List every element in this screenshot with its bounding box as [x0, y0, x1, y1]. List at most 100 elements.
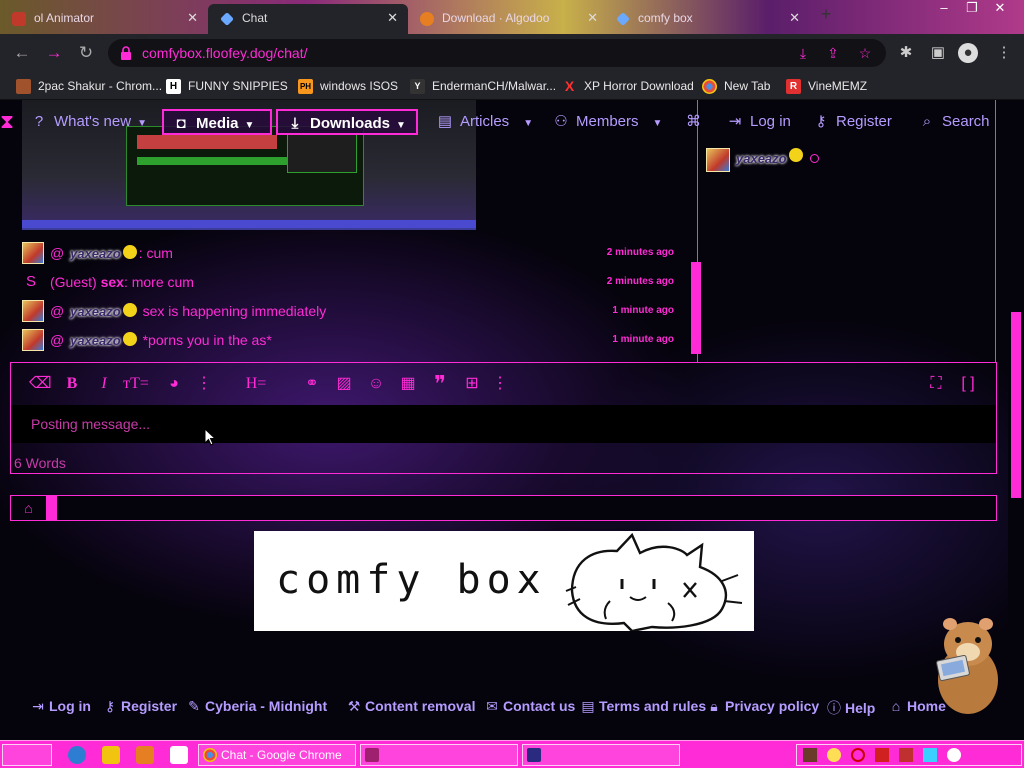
tab-comfybox[interactable]: comfy box ✕	[604, 4, 810, 34]
image-icon[interactable]: ▨	[333, 374, 355, 394]
chat-bubble-icon[interactable]: ⌘	[686, 109, 701, 135]
close-tab-icon[interactable]: ✕	[387, 4, 398, 32]
footer-terms-link[interactable]: ▤ Terms and rules	[580, 698, 706, 715]
tray-network-icon[interactable]	[923, 748, 937, 762]
heading-icon[interactable]: H=	[241, 374, 271, 394]
install-app-icon[interactable]: ⤓	[794, 45, 812, 61]
avatar[interactable]	[22, 329, 44, 351]
eraser-icon[interactable]: ⌫	[29, 374, 52, 394]
username[interactable]: yaxeazo	[736, 151, 787, 166]
toggle-bbcode-icon[interactable]: [ ]	[957, 374, 979, 394]
page-scrollbar[interactable]	[1008, 100, 1024, 740]
bookmark-endermanch[interactable]: Y EndermanCH/Malwar...	[410, 77, 556, 95]
app-shortcut-icon[interactable]	[170, 746, 188, 764]
reload-icon[interactable]: ↻	[76, 43, 96, 63]
tab-chat[interactable]: Chat ✕	[208, 4, 408, 34]
animator-favicon-icon	[12, 12, 26, 26]
nav-members[interactable]: ⚇ Members ▼	[552, 109, 662, 135]
profile-avatar-icon[interactable]: ●	[958, 43, 978, 63]
bookmark-windows-isos[interactable]: PH windows ISOS	[298, 77, 398, 95]
bookmark-label: New Tab	[724, 79, 771, 93]
footer-login-link[interactable]: ⇥ Log in	[30, 698, 91, 715]
tab-animator[interactable]: ol Animator ✕	[0, 4, 208, 34]
bold-icon[interactable]: B	[61, 374, 83, 394]
minimize-button[interactable]: –	[930, 0, 958, 18]
media-player-icon[interactable]	[136, 746, 154, 764]
nav-register[interactable]: ⚷ Register	[812, 109, 892, 135]
taskbar-app-button[interactable]	[360, 744, 518, 766]
site-logo[interactable]: comfy box	[254, 531, 754, 631]
online-user[interactable]: yaxeazo	[706, 148, 906, 172]
home-icon[interactable]: ⌂	[11, 496, 47, 520]
share-icon[interactable]: ⇪	[824, 45, 842, 61]
taskbar-app-button[interactable]	[522, 744, 680, 766]
nav-search[interactable]: ⌕ Search	[918, 109, 990, 135]
nav-articles[interactable]: ▤ Articles ▼	[436, 109, 533, 135]
bookmark-star-icon[interactable]: ☆	[856, 45, 874, 61]
avatar[interactable]	[22, 300, 44, 322]
start-button[interactable]	[2, 744, 52, 766]
home-icon: ⌂	[891, 698, 901, 714]
side-panel-icon[interactable]: ▣	[928, 43, 948, 63]
avatar[interactable]	[706, 148, 730, 172]
close-window-button[interactable]: ✕	[986, 0, 1014, 18]
footer-register-link[interactable]: ⚷ Register	[102, 698, 177, 715]
bookmark-2pac[interactable]: 2pac Shakur - Chrom...	[16, 77, 162, 95]
nav-label: Register	[836, 113, 892, 130]
guest-avatar: S	[26, 273, 37, 290]
nav-whats-new[interactable]: ? What's new ▼	[30, 109, 147, 135]
username[interactable]: yaxeazo	[70, 304, 121, 319]
tray-smiley-icon[interactable]	[827, 748, 841, 762]
extensions-puzzle-icon[interactable]: ✱	[896, 43, 916, 63]
tray-search-icon[interactable]	[851, 748, 865, 762]
chrome-menu-icon[interactable]: ⋮	[994, 43, 1014, 63]
close-tab-icon[interactable]: ✕	[187, 4, 198, 32]
forward-arrow-icon[interactable]: →	[44, 43, 64, 63]
restore-button[interactable]: ❐	[958, 0, 986, 18]
expand-icon[interactable]: ⛶	[925, 374, 947, 394]
file-explorer-icon[interactable]	[102, 746, 120, 764]
message-input[interactable]: Posting message...	[11, 405, 996, 443]
footer-home-link[interactable]: ⌂ Home	[888, 698, 946, 714]
nav-downloads[interactable]: ⤓ Downloads ▼	[276, 109, 418, 135]
font-size-icon[interactable]: тT=	[121, 374, 151, 394]
close-tab-icon[interactable]: ✕	[587, 4, 598, 32]
media-gallery-icon[interactable]: ▦	[397, 374, 419, 394]
footer-content-removal-link[interactable]: ⚒ Content removal	[346, 698, 476, 715]
username[interactable]: yaxeazo	[70, 246, 121, 261]
bookmark-xp-horror[interactable]: X XP Horror Download	[562, 77, 694, 95]
avatar[interactable]	[22, 242, 44, 264]
nav-media[interactable]: ◘ Media ▼	[162, 109, 272, 135]
bookmark-funny-snippies[interactable]: H FUNNY SNIPPIES	[166, 77, 288, 95]
scrollbar-thumb[interactable]	[1011, 312, 1021, 498]
quote-icon[interactable]: ❞	[429, 373, 451, 395]
close-tab-icon[interactable]: ✕	[789, 4, 800, 32]
tray-flag-icon[interactable]	[899, 748, 913, 762]
bookmark-new-tab[interactable]: New Tab	[702, 77, 770, 95]
internet-explorer-icon[interactable]	[68, 746, 86, 764]
address-bar[interactable]: comfybox.floofey.dog/chat/ ⤓ ⇪ ☆	[108, 39, 886, 67]
table-icon[interactable]: ⊞	[461, 374, 483, 394]
tray-volume-icon[interactable]	[947, 748, 961, 762]
tray-app-icon[interactable]	[803, 748, 817, 762]
tab-algodoo[interactable]: Download · Algodoo ✕	[408, 4, 608, 34]
footer-contact-link[interactable]: ✉ Contact us	[484, 698, 575, 715]
tray-alert-icon[interactable]	[875, 748, 889, 762]
footer-style-chooser[interactable]: ✎ Cyberia - Midnight	[186, 698, 327, 715]
new-tab-button[interactable]: +	[812, 5, 840, 24]
taskbar-chrome-button[interactable]: Chat - Google Chrome	[198, 744, 356, 766]
footer-privacy-link[interactable]: 🔒︎ Privacy policy	[706, 698, 819, 715]
more-options-icon[interactable]: ⋮	[489, 374, 511, 394]
italic-icon[interactable]: I	[93, 374, 115, 394]
nav-login[interactable]: ⇥ Log in	[726, 109, 791, 135]
username[interactable]: sex	[101, 274, 124, 290]
username[interactable]: yaxeazo	[70, 333, 121, 348]
palette-icon[interactable]: ◕	[163, 374, 185, 394]
link-icon[interactable]: ⚭	[301, 374, 323, 394]
bookmark-vinememz[interactable]: R VineMEMZ	[786, 77, 867, 95]
back-arrow-icon[interactable]: ←	[12, 43, 32, 63]
smiley-icon[interactable]: ☺	[365, 374, 387, 394]
footer-help-link[interactable]: ⓘ Help	[826, 698, 875, 718]
nav-collapse-icon[interactable]: ⧗	[0, 109, 14, 135]
more-options-icon[interactable]: ⋮	[193, 374, 215, 394]
